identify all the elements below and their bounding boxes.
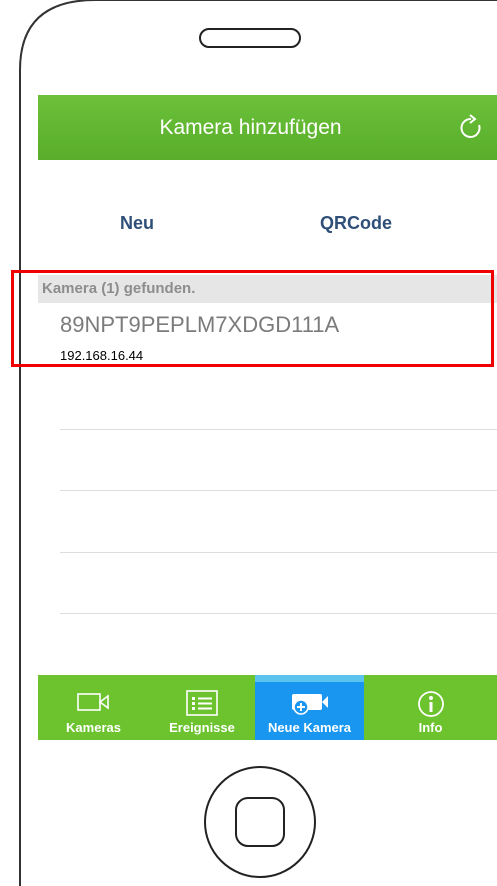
segment-qrcode[interactable]: QRCode: [320, 213, 392, 234]
refresh-icon[interactable]: [457, 113, 487, 143]
add-camera-icon: [291, 694, 328, 715]
tab-label: Neue Kamera: [267, 720, 352, 735]
app-screen: Kamera hinzufügen Neu QRCode Kamera (1) …: [38, 95, 497, 750]
tab-ereignisse[interactable]: Ereignisse: [149, 675, 255, 740]
tab-label: Kameras: [66, 720, 121, 735]
info-icon: [417, 691, 444, 717]
tab-info[interactable]: Info: [364, 675, 497, 740]
page-title: Kamera hinzufügen: [159, 116, 342, 139]
tab-bar: Kameras Ereignisse Neue Kamera Info: [38, 675, 497, 740]
tab-neue-kamera[interactable]: Neue Kamera: [255, 675, 364, 740]
list-separator: [60, 552, 497, 553]
home-button-ring: [204, 766, 316, 878]
tab-label: Ereignisse: [169, 720, 235, 735]
list-separator: [60, 429, 497, 430]
list-separator: [60, 490, 497, 491]
tab-kameras[interactable]: Kameras: [38, 675, 149, 740]
found-camera-highlight: [11, 270, 494, 367]
segment-neu[interactable]: Neu: [120, 213, 154, 234]
navigation-bar: Kamera hinzufügen: [38, 95, 497, 160]
speaker-slot: [199, 28, 301, 48]
camera-icon: [76, 693, 109, 711]
tab-label: Info: [418, 720, 443, 735]
list-icon: [186, 690, 218, 716]
list-separator: [60, 613, 497, 614]
